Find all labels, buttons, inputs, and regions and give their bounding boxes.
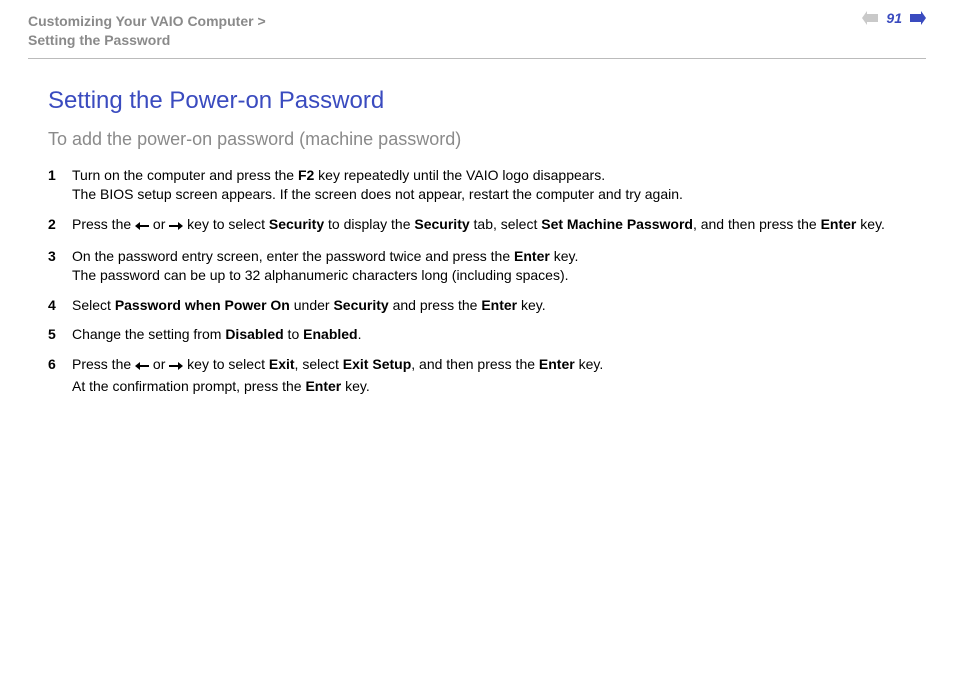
step-number: 1 bbox=[48, 166, 72, 186]
step-number: 3 bbox=[48, 247, 72, 267]
right-arrow-icon bbox=[169, 217, 183, 237]
step-number: 2 bbox=[48, 215, 72, 235]
step-body: Select Password when Power On under Secu… bbox=[72, 296, 926, 316]
page-title: Setting the Power-on Password bbox=[48, 87, 926, 115]
step-item: 6Press the or key to select Exit, select… bbox=[48, 355, 926, 396]
left-arrow-icon bbox=[135, 357, 149, 377]
breadcrumb: Customizing Your VAIO Computer > Setting… bbox=[28, 10, 266, 50]
step-item: 2Press the or key to select Security to … bbox=[48, 215, 926, 237]
breadcrumb-line1: Customizing Your VAIO Computer > bbox=[28, 13, 266, 29]
step-body: Press the or key to select Security to d… bbox=[72, 215, 926, 237]
pager: 91 bbox=[862, 10, 926, 26]
step-body: Turn on the computer and press the F2 ke… bbox=[72, 166, 926, 205]
step-item: 5Change the setting from Disabled to Ena… bbox=[48, 325, 926, 345]
content: Setting the Power-on Password To add the… bbox=[28, 87, 926, 396]
step-item: 1Turn on the computer and press the F2 k… bbox=[48, 166, 926, 205]
step-body: Press the or key to select Exit, select … bbox=[72, 355, 926, 396]
left-arrow-icon bbox=[135, 217, 149, 237]
steps-list: 1Turn on the computer and press the F2 k… bbox=[48, 166, 926, 396]
step-item: 3On the password entry screen, enter the… bbox=[48, 247, 926, 286]
prev-page-icon[interactable] bbox=[862, 11, 878, 25]
step-body: Change the setting from Disabled to Enab… bbox=[72, 325, 926, 345]
step-body: On the password entry screen, enter the … bbox=[72, 247, 926, 286]
page-number: 91 bbox=[884, 10, 904, 26]
subtitle: To add the power-on password (machine pa… bbox=[48, 129, 926, 150]
step-number: 5 bbox=[48, 325, 72, 345]
right-arrow-icon bbox=[169, 357, 183, 377]
page-header: Customizing Your VAIO Computer > Setting… bbox=[28, 10, 926, 59]
step-number: 6 bbox=[48, 355, 72, 375]
next-page-icon[interactable] bbox=[910, 11, 926, 25]
breadcrumb-line2: Setting the Password bbox=[28, 32, 170, 48]
step-item: 4Select Password when Power On under Sec… bbox=[48, 296, 926, 316]
step-number: 4 bbox=[48, 296, 72, 316]
